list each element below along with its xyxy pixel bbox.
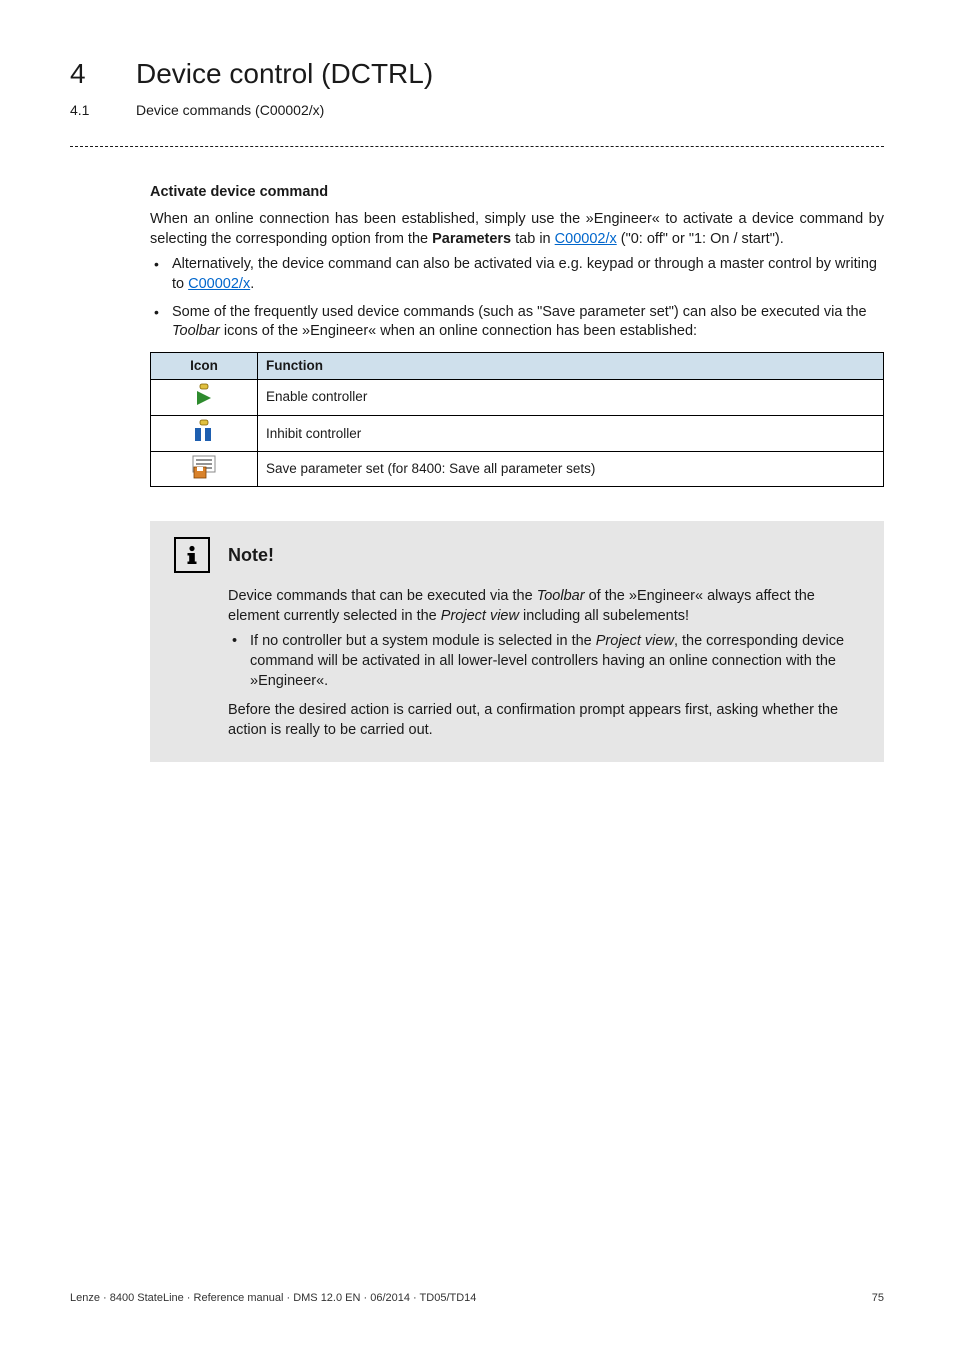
intro-text-mid: tab in — [511, 231, 555, 247]
note-bullet-pre: If no controller but a system module is … — [250, 633, 596, 649]
bullet-1-pre: Alternatively, the device command can al… — [172, 256, 877, 292]
link-c00002x-2[interactable]: C00002/x — [188, 276, 250, 292]
table-row: Save parameter set (for 8400: Save all p… — [151, 452, 884, 487]
bullet-2: Some of the frequently used device comma… — [170, 303, 884, 342]
intro-paragraph: When an online connection has been estab… — [150, 210, 884, 249]
note-box: Note! Device commands that can be execut… — [150, 521, 884, 762]
note-para1: Device commands that can be executed via… — [228, 587, 864, 626]
note-bullets: If no controller but a system module is … — [228, 632, 864, 691]
icon-function-table: Icon Function Enable controller — [150, 352, 884, 488]
footer-text: Lenze · 8400 StateLine · Reference manua… — [70, 1291, 476, 1306]
table-row: Inhibit controller — [151, 416, 884, 452]
table-cell-function: Save parameter set (for 8400: Save all p… — [258, 452, 884, 487]
intro-text-post: ("0: off" or "1: On / start"). — [617, 231, 784, 247]
note-para1-italic1: Toolbar — [537, 588, 585, 604]
table-cell-function: Enable controller — [258, 379, 884, 415]
note-para1-post: including all subelements! — [519, 608, 689, 624]
info-icon — [174, 537, 210, 573]
bullet-2-pre: Some of the frequently used device comma… — [172, 304, 867, 320]
bullet-2-italic: Toolbar — [172, 323, 220, 339]
note-bullet-1: If no controller but a system module is … — [248, 632, 864, 691]
separator — [70, 146, 884, 147]
note-bullet-italic: Project view — [596, 633, 674, 649]
section-number: 4 — [70, 55, 102, 93]
bullet-1: Alternatively, the device command can al… — [170, 255, 884, 294]
note-title: Note! — [228, 543, 274, 567]
parameters-label: Parameters — [432, 231, 511, 247]
page-number: 75 — [872, 1291, 884, 1306]
section-title: Device control (DCTRL) — [136, 55, 433, 93]
bullet-2-post: icons of the »Engineer« when an online c… — [220, 323, 697, 339]
subsection-number: 4.1 — [70, 101, 102, 120]
table-header-function: Function — [258, 352, 884, 379]
note-para1-pre: Device commands that can be executed via… — [228, 588, 537, 604]
table-row: Enable controller — [151, 379, 884, 415]
table-cell-function: Inhibit controller — [258, 416, 884, 452]
bullet-1-post: . — [250, 276, 254, 292]
save-parameter-set-icon — [191, 455, 217, 484]
body-bullets: Alternatively, the device command can al… — [150, 255, 884, 341]
note-para2: Before the desired action is carried out… — [228, 701, 864, 740]
inhibit-controller-icon — [191, 418, 217, 449]
link-c00002x-1[interactable]: C00002/x — [555, 231, 617, 247]
subsection-title: Device commands (C00002/x) — [136, 101, 324, 120]
note-para1-italic2: Project view — [441, 608, 519, 624]
body-heading: Activate device command — [150, 183, 884, 203]
enable-controller-icon — [191, 382, 217, 413]
table-header-icon: Icon — [151, 352, 258, 379]
